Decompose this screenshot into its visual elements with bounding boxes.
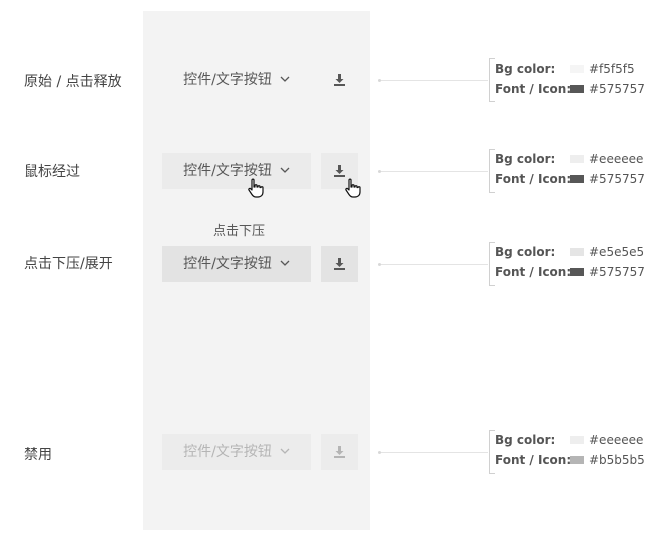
connector-dot — [378, 263, 381, 266]
spec-bg-value: #eeeeee — [589, 152, 644, 166]
dropdown-button-label: 控件/文字按钮 — [183, 72, 272, 88]
spec-bg-key: Bg color: — [495, 433, 556, 447]
hand-pointer-icon — [344, 178, 362, 198]
spec-font-value: #b5b5b5 — [589, 453, 645, 467]
connector-dot — [378, 170, 381, 173]
state-label-normal: 原始 / 点击释放 — [24, 74, 122, 90]
chevron-down-icon — [280, 258, 290, 268]
spec-font-value: #575757 — [589, 265, 645, 279]
spec-font-value: #575757 — [589, 172, 645, 186]
download-button-disabled — [321, 434, 358, 470]
spec-font-value: #575757 — [589, 82, 645, 96]
dropdown-text-button-pressed[interactable]: 控件/文字按钮 — [162, 246, 311, 282]
download-button-pressed[interactable] — [321, 246, 358, 282]
chevron-down-icon — [280, 165, 290, 175]
bg-color-swatch — [570, 248, 584, 256]
chevron-down-icon — [280, 74, 290, 84]
dropdown-text-button-normal[interactable]: 控件/文字按钮 — [162, 62, 311, 98]
connector-line-pressed — [378, 263, 488, 266]
spec-font-key: Font / Icon: — [495, 82, 572, 96]
download-icon — [333, 164, 346, 178]
spec-bg-value: #eeeeee — [589, 433, 644, 447]
download-button-normal[interactable] — [321, 62, 358, 98]
chevron-down-icon — [280, 446, 290, 456]
dropdown-button-label: 控件/文字按钮 — [183, 163, 272, 179]
connector-line-disabled — [378, 451, 488, 454]
dropdown-text-button-disabled: 控件/文字按钮 — [162, 434, 311, 470]
download-icon — [333, 73, 346, 87]
state-label-hover: 鼠标经过 — [24, 164, 80, 180]
bg-color-swatch — [570, 155, 584, 163]
hand-pointer-icon — [247, 178, 265, 198]
bg-color-swatch — [570, 436, 584, 444]
state-label-pressed: 点击下压/展开 — [24, 256, 113, 272]
spec-bg-key: Bg color: — [495, 152, 556, 166]
spec-font-key: Font / Icon: — [495, 453, 572, 467]
spec-bg-value: #f5f5f5 — [589, 62, 635, 76]
spec-font-key: Font / Icon: — [495, 265, 572, 279]
font-color-swatch — [570, 175, 584, 183]
font-color-swatch — [570, 268, 584, 276]
dropdown-button-label: 控件/文字按钮 — [183, 256, 272, 272]
state-label-disabled: 禁用 — [24, 447, 52, 463]
connector-dot — [378, 451, 381, 454]
connector-line-normal — [378, 79, 488, 82]
spec-bg-key: Bg color: — [495, 62, 556, 76]
pressed-caption: 点击下压 — [213, 224, 266, 239]
spec-bg-value: #e5e5e5 — [589, 245, 645, 259]
connector-dot — [378, 79, 381, 82]
bg-color-swatch — [570, 65, 584, 73]
connector-line-hover — [378, 170, 488, 173]
dropdown-button-label: 控件/文字按钮 — [183, 444, 272, 460]
font-color-swatch — [570, 456, 584, 464]
font-color-swatch — [570, 85, 584, 93]
download-icon — [333, 257, 346, 271]
spec-font-key: Font / Icon: — [495, 172, 572, 186]
spec-bg-key: Bg color: — [495, 245, 556, 259]
dropdown-text-button-hover[interactable]: 控件/文字按钮 — [162, 153, 311, 189]
download-icon — [333, 445, 346, 459]
